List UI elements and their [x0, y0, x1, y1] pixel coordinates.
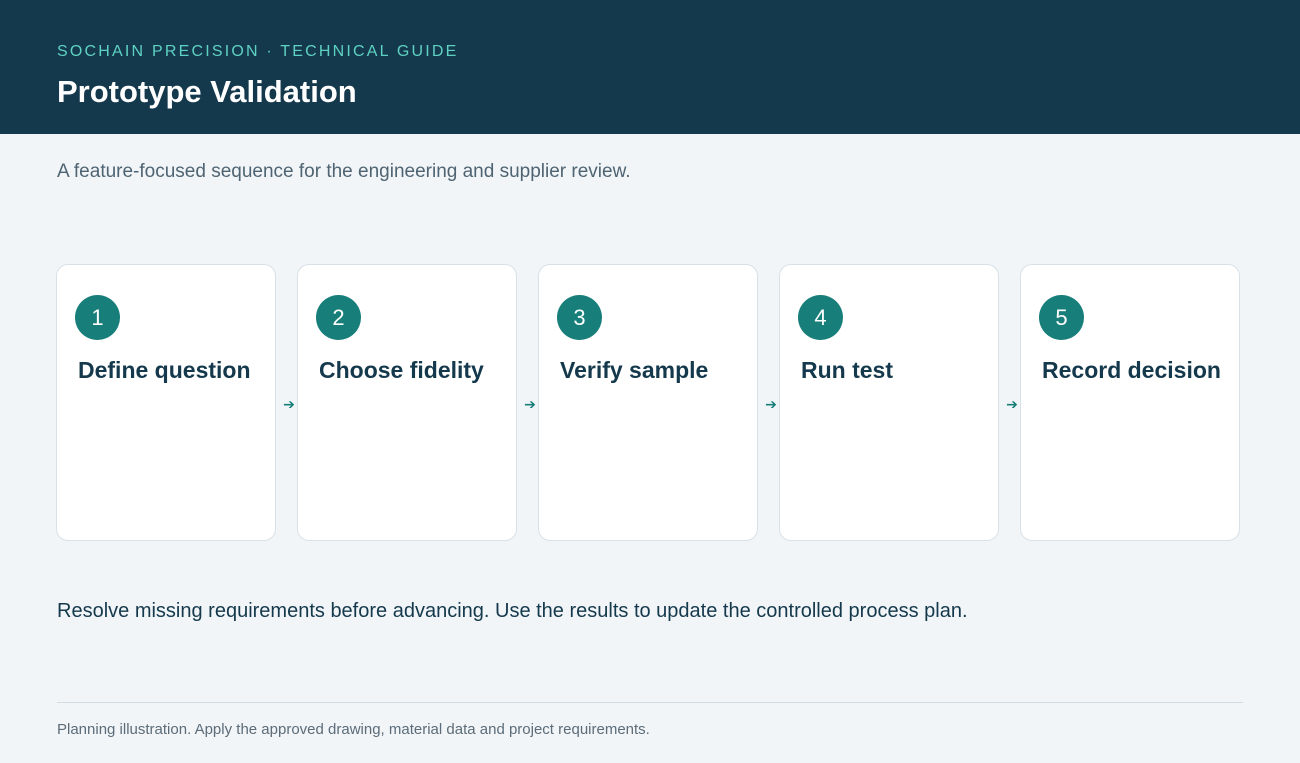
step-number-badge: 2 [316, 295, 361, 340]
step-number-badge: 4 [798, 295, 843, 340]
page-subtitle: A feature-focused sequence for the engin… [57, 161, 631, 182]
step-card-5: 5 Record decision [1020, 264, 1240, 541]
header-eyebrow: SOCHAIN PRECISION · TECHNICAL GUIDE [57, 43, 459, 60]
page-title: Prototype Validation [57, 74, 357, 109]
step-label: Run test [801, 357, 893, 383]
step-label: Record decision [1042, 357, 1221, 383]
step-label: Choose fidelity [319, 357, 484, 383]
arrow-right-icon: ➔ [1006, 396, 1018, 412]
footer-divider [57, 702, 1243, 703]
arrow-right-icon: ➔ [524, 396, 536, 412]
step-card-2: 2 Choose fidelity [297, 264, 517, 541]
footer-disclaimer: Planning illustration. Apply the approve… [57, 721, 650, 738]
guidance-note: Resolve missing requirements before adva… [57, 600, 968, 622]
arrow-right-icon: ➔ [283, 396, 295, 412]
arrow-right-icon: ➔ [765, 396, 777, 412]
header-banner: SOCHAIN PRECISION · TECHNICAL GUIDE Prot… [0, 0, 1300, 134]
step-label: Verify sample [560, 357, 709, 383]
step-number-badge: 5 [1039, 295, 1084, 340]
step-card-3: 3 Verify sample [538, 264, 758, 541]
step-label: Define question [78, 357, 251, 383]
step-card-1: 1 Define question [56, 264, 276, 541]
step-number-badge: 1 [75, 295, 120, 340]
step-card-4: 4 Run test [779, 264, 999, 541]
step-number-badge: 3 [557, 295, 602, 340]
